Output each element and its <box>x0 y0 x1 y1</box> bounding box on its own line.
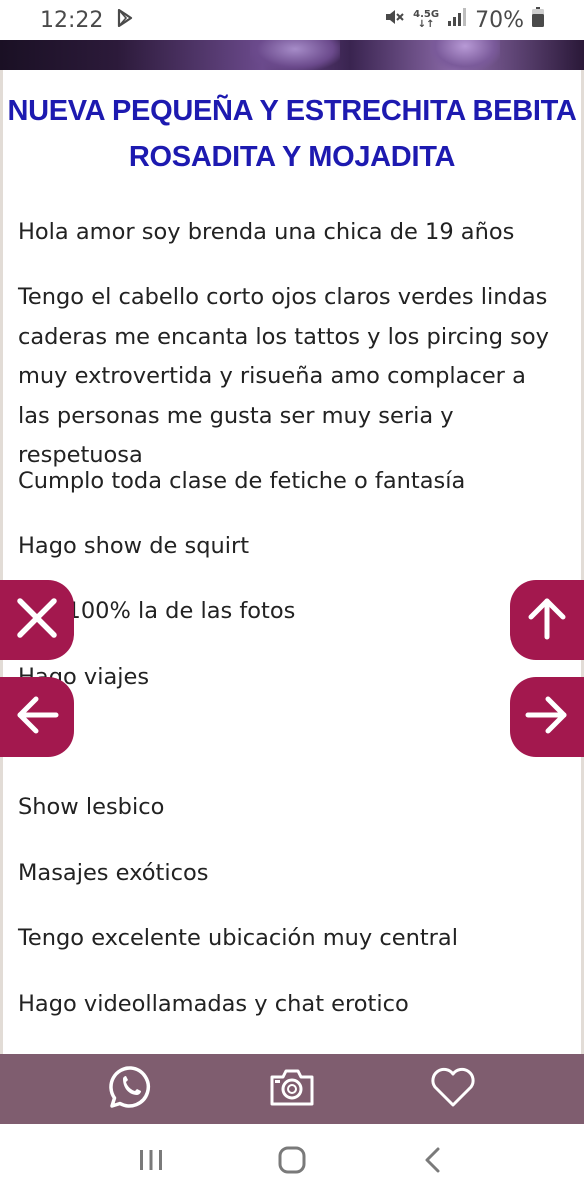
arrow-left-icon <box>14 695 60 739</box>
network-indicator: 4.5G ↓↑ <box>413 10 439 30</box>
whatsapp-button[interactable] <box>101 1059 161 1119</box>
screen: 12:22 4.5G ↓↑ 70% NUEVA PEQUEÑA Y ESTREC… <box>0 0 584 1200</box>
post-paragraph: Cumplo toda clase de fetiche o fantasía <box>18 468 466 494</box>
action-bar <box>0 1054 584 1124</box>
arrow-right-icon <box>524 695 570 739</box>
previous-button[interactable] <box>0 677 74 757</box>
data-arrows-icon: ↓↑ <box>417 19 435 30</box>
close-button[interactable] <box>0 580 74 660</box>
post-paragraph: Hago viajes <box>18 664 150 690</box>
hero-image <box>0 40 584 70</box>
status-bar: 12:22 4.5G ↓↑ 70% <box>0 0 584 40</box>
home-button[interactable] <box>262 1132 322 1192</box>
camera-button[interactable] <box>262 1059 322 1119</box>
heart-icon <box>429 1066 477 1112</box>
battery-icon <box>532 7 544 33</box>
status-time: 12:22 <box>40 7 104 33</box>
post-paragraph: Hago videollamadas y chat erotico <box>18 991 409 1017</box>
favorite-button[interactable] <box>423 1059 483 1119</box>
post-paragraph: Masajes exóticos <box>18 860 209 886</box>
back-icon <box>423 1146 443 1178</box>
status-right: 4.5G ↓↑ 70% <box>383 6 544 34</box>
home-icon <box>278 1146 306 1178</box>
system-nav-bar <box>0 1124 584 1200</box>
post-paragraph: Hago show de squirt <box>18 533 250 559</box>
post-title: NUEVA PEQUEÑA Y ESTRECHITA BEBITA ROSADI… <box>7 95 577 173</box>
post-paragraph: Soy 100% la de las fotos <box>18 598 296 624</box>
play-store-icon <box>117 8 133 33</box>
post-paragraph: Trios <box>18 723 558 763</box>
next-button[interactable] <box>510 677 584 757</box>
camera-icon <box>269 1067 315 1111</box>
recents-icon <box>138 1148 164 1176</box>
recents-button[interactable] <box>121 1132 181 1192</box>
back-button[interactable] <box>403 1132 463 1192</box>
post-paragraph: Tengo el cabello corto ojos claros verde… <box>18 284 549 468</box>
whatsapp-icon <box>108 1064 154 1114</box>
close-icon <box>14 595 60 645</box>
signal-bars-icon <box>447 7 467 33</box>
scroll-top-button[interactable] <box>510 580 584 660</box>
arrow-up-icon <box>527 595 567 645</box>
post-paragraph: Tengo excelente ubicación muy central <box>18 925 458 951</box>
post-paragraph: Hola amor soy brenda una chica de 19 año… <box>18 219 515 245</box>
battery-percent: 70% <box>475 7 524 33</box>
status-left: 12:22 <box>40 8 133 33</box>
mute-vibrate-icon <box>383 6 405 34</box>
post-paragraph: Show lesbico <box>18 794 165 820</box>
